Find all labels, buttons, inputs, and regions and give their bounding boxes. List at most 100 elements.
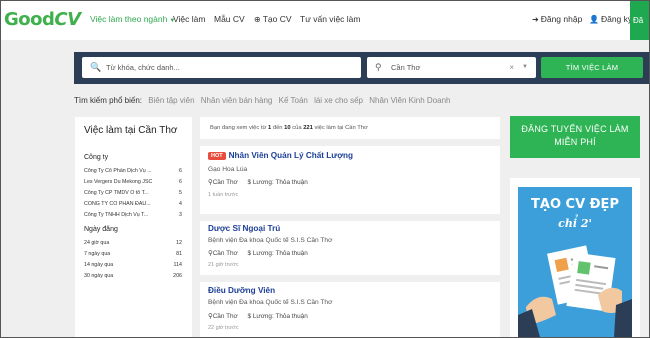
company-name[interactable]: Bệnh viện Đa khoa Quốc tế S.I.S Cần Thơ xyxy=(208,237,332,244)
job-title-link[interactable]: Điều Dưỡng Viên xyxy=(208,286,275,295)
popular-term[interactable]: Nhân Viên Kinh Doanh xyxy=(369,96,450,105)
caret-down-icon: ▼ xyxy=(522,64,528,70)
company-name: Công Ty CP TMDV Ô tô T... xyxy=(84,190,149,196)
job-location: Cần Thơ xyxy=(212,179,238,186)
job-salary: Thỏa thuận xyxy=(275,179,308,186)
job-title-link[interactable]: Dược Sĩ Ngoại Trú xyxy=(208,224,280,233)
date-count: 206 xyxy=(173,273,182,279)
info-text: việc làm tại Cần Thơ xyxy=(312,125,368,131)
nav-register[interactable]: 👤 Đăng ký xyxy=(589,14,632,24)
goodcv-logo[interactable]: GoodCV xyxy=(4,9,81,30)
find-jobs-button[interactable]: TÌM VIỆC LÀM xyxy=(541,57,643,78)
company-filter-item[interactable]: Les Vergers Du Mekong JSC 6 xyxy=(84,179,182,187)
cv-illustration xyxy=(518,245,632,337)
date-count: 114 xyxy=(173,262,182,268)
date-label: 30 ngày qua xyxy=(84,273,114,279)
job-title-link[interactable]: HOT Nhân Viên Quản Lý Chất Lượng xyxy=(208,151,353,160)
nav-jobs-by-industry[interactable]: Việc làm theo ngành ▼ xyxy=(90,14,175,24)
employer-corner-button[interactable]: Đă xyxy=(630,0,650,40)
keyword-placeholder: Từ khóa, chức danh... xyxy=(106,63,180,72)
job-location: Cần Thơ xyxy=(212,313,238,320)
popular-term[interactable]: lái xe cho sếp xyxy=(314,96,363,105)
nav-cv-templates[interactable]: Mẫu CV xyxy=(214,14,245,24)
dollar-icon: $ xyxy=(247,313,252,320)
job-title: Nhân Viên Quản Lý Chất Lượng xyxy=(228,151,354,160)
job-meta: ⚲Cần Thơ $ Lương: Thỏa thuận xyxy=(208,178,308,186)
nav-label: Việc làm theo ngành xyxy=(90,14,168,24)
hot-badge: HOT xyxy=(208,151,226,160)
date-filter-item[interactable]: 30 ngày qua 206 xyxy=(84,273,182,281)
date-label: 14 ngày qua xyxy=(84,262,114,268)
search-icon: 🔍 xyxy=(90,62,102,72)
company-heading: Công ty xyxy=(84,154,109,161)
popular-term[interactable]: Nhân viên bán hàng xyxy=(201,96,273,105)
info-text: của xyxy=(290,125,304,131)
company-count: 3 xyxy=(179,212,182,218)
filter-sidebar: Việc làm tại Cần Thơ Công ty Công Ty Cổ … xyxy=(75,117,192,338)
user-plus-icon: 👤 xyxy=(589,15,599,24)
company-filter-item[interactable]: Công Ty CP TMDV Ô tô T... 5 xyxy=(84,190,182,198)
date-filter-item[interactable]: 14 ngày qua 114 xyxy=(84,262,182,270)
search-bar: 🔍 Từ khóa, chức danh... ⚲ Cần Thơ × ▼ TÌ… xyxy=(74,52,650,84)
create-cv-ad[interactable]: TẠO CV ĐẸP chỉ 2' xyxy=(510,178,640,338)
results-info: Bạn đang xem việc từ 1 đến 10 của 221 vi… xyxy=(210,125,368,131)
banner-line: ĐĂNG TUYỂN VIỆC LÀM xyxy=(521,124,629,134)
popular-term[interactable]: Kế Toán xyxy=(279,96,308,105)
clear-icon[interactable]: × xyxy=(509,57,514,78)
info-total: 221 xyxy=(303,125,313,131)
posted-time: 1 tuần trước xyxy=(208,192,239,198)
sign-in-icon: ➜ xyxy=(532,15,539,24)
company-filter-item[interactable]: Công Ty TNHH Dịch Vụ T... 3 xyxy=(84,212,182,220)
popular-searches: Tìm kiếm phổ biến: Biên tập viên Nhân vi… xyxy=(74,96,450,105)
info-text: Bạn đang xem việc từ xyxy=(210,125,269,131)
salary-label: Lương: xyxy=(252,250,276,257)
nav-create-cv[interactable]: ⊕ Tạo CV xyxy=(254,14,292,24)
date-count: 81 xyxy=(176,251,182,257)
dollar-icon: $ xyxy=(247,179,252,186)
date-filter-item[interactable]: 7 ngày qua 81 xyxy=(84,251,182,259)
job-card[interactable]: Điều Dưỡng Viên Bệnh viện Đa khoa Quốc t… xyxy=(200,282,500,338)
location-select[interactable]: ⚲ Cần Thơ × ▼ xyxy=(367,57,536,78)
job-card[interactable]: HOT Nhân Viên Quản Lý Chất Lượng Gạo Hoa … xyxy=(200,146,500,215)
sidebar-title: Việc làm tại Cần Thơ xyxy=(84,125,178,136)
post-job-free-banner[interactable]: ĐĂNG TUYỂN VIỆC LÀM MIỄN PHÍ xyxy=(510,116,640,158)
company-count: 5 xyxy=(179,190,182,196)
banner-line: MIỄN PHÍ xyxy=(554,137,596,147)
divider xyxy=(200,275,500,282)
date-label: 7 ngày qua xyxy=(84,251,111,257)
keyword-search-input[interactable]: 🔍 Từ khóa, chức danh... xyxy=(82,57,361,78)
posted-time: 21 giờ trước xyxy=(208,262,239,268)
nav-jobs[interactable]: Việc làm xyxy=(173,14,205,24)
nav-login[interactable]: ➜ Đăng nhập xyxy=(532,14,582,24)
job-salary: Thỏa thuận xyxy=(275,250,308,257)
date-filter-item[interactable]: 24 giờ qua 12 xyxy=(84,240,182,248)
top-header: GoodCV Việc làm theo ngành ▼ Việc làm Mẫu… xyxy=(0,0,650,40)
company-filter-item[interactable]: CÔNG TY CỔ PHẦN ĐẦU... 4 xyxy=(84,201,182,209)
plus-circle-icon: ⊕ xyxy=(254,15,261,24)
popular-term[interactable]: Biên tập viên xyxy=(148,96,194,105)
company-count: 6 xyxy=(179,179,182,185)
dollar-icon: $ xyxy=(247,250,252,257)
location-value: Cần Thơ xyxy=(391,63,421,72)
nav-career-advice[interactable]: Tư vấn việc làm xyxy=(300,14,360,24)
divider xyxy=(200,139,500,146)
company-filter-item[interactable]: Công Ty Cổ Phần Dịch Vụ ... 6 xyxy=(84,168,182,176)
job-card[interactable]: Dược Sĩ Ngoại Trú Bệnh viện Đa khoa Quốc… xyxy=(200,221,500,275)
cv-ad-artwork: TẠO CV ĐẸP chỉ 2' xyxy=(518,187,632,337)
job-location: Cần Thơ xyxy=(212,250,238,257)
nav-label: Đăng nhập xyxy=(540,14,583,24)
company-count: 4 xyxy=(179,201,182,207)
divider xyxy=(200,214,500,221)
info-text: đến xyxy=(271,125,285,131)
date-heading: Ngày đăng xyxy=(84,226,118,233)
company-count: 6 xyxy=(179,168,182,174)
job-list: Bạn đang xem việc từ 1 đến 10 của 221 vi… xyxy=(200,117,500,338)
nav-label: Đăng ký xyxy=(600,14,633,24)
job-meta: ⚲Cần Thơ $ Lương: Thỏa thuận xyxy=(208,312,308,320)
salary-label: Lương: xyxy=(252,313,276,320)
company-name[interactable]: Gạo Hoa Lúa xyxy=(208,166,247,173)
company-name[interactable]: Bệnh viện Đa khoa Quốc tế S.I.S Cần Thơ xyxy=(208,299,332,306)
company-name: Les Vergers Du Mekong JSC xyxy=(84,179,153,185)
date-count: 12 xyxy=(176,240,182,246)
nav-label: Tạo CV xyxy=(262,14,292,24)
